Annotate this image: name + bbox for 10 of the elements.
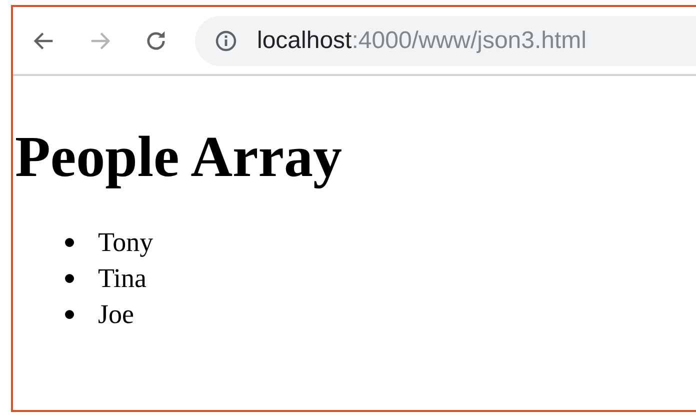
page-heading: People Array [15,124,343,190]
url-text: localhost:4000/www/json3.html [257,26,587,54]
bullet-icon [65,310,74,318]
list-item: Tina [98,262,147,295]
bullet-icon [65,238,74,246]
bullet-icon [65,274,74,282]
info-icon[interactable] [215,30,237,52]
list-item: Tony [98,226,154,259]
list-item: Joe [98,298,134,331]
address-bar[interactable]: localhost:4000/www/json3.html [195,16,696,66]
